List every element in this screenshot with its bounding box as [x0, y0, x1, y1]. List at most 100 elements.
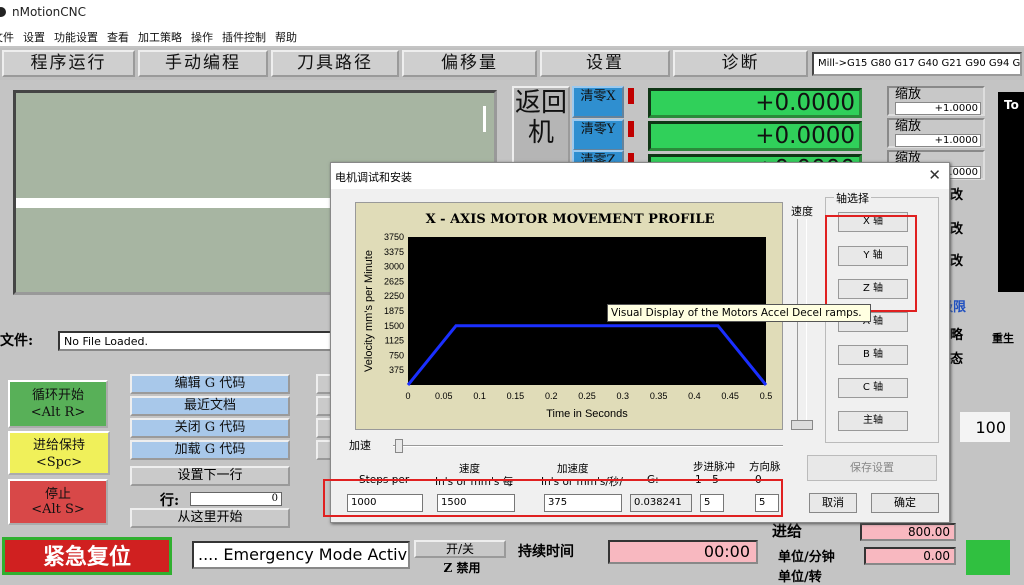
close-gcode-button[interactable]: 关闭 G 代码: [130, 418, 290, 438]
tab-mdi[interactable]: 手动编程: [138, 50, 268, 77]
y-tick-label: 375: [389, 365, 404, 375]
x-tick-label: 0.1: [473, 391, 486, 401]
y-ref-led: [628, 121, 634, 137]
units-per-min-label: 单位/分钟: [778, 550, 835, 565]
x-tick-label: 0.5: [760, 391, 773, 401]
line-label: 行:: [160, 493, 180, 509]
speed-slider-thumb[interactable]: [791, 420, 813, 430]
menu-operate[interactable]: 操作: [191, 29, 213, 46]
load-gcode-button[interactable]: 加载 G 代码: [130, 440, 290, 460]
edit-gcode-button[interactable]: 编辑 G 代码: [130, 374, 290, 394]
spindle-override-value: 100: [960, 412, 1010, 442]
zero-x-button[interactable]: 清零X: [572, 86, 624, 118]
menu-view[interactable]: 查看: [107, 29, 129, 46]
cancel-button[interactable]: 取消: [809, 493, 857, 513]
feed-label: 进给: [772, 522, 803, 540]
y-tick-label: 3375: [384, 247, 404, 257]
units-per-rev-label: 单位/转: [778, 570, 822, 585]
x-tick-label: 0.2: [545, 391, 558, 401]
x-scale: 缩放 +1.0000: [887, 86, 985, 116]
y-tick-label: 1125: [385, 336, 404, 346]
x-tick-label: 0.35: [650, 391, 668, 401]
line-row: 行: 0: [128, 490, 288, 510]
y-tick-label: 3000: [384, 262, 404, 272]
menu-functions[interactable]: 功能设置: [54, 29, 98, 46]
dialog-title: 电机调试和安装: [331, 163, 949, 189]
accel-slider-label: 加速: [349, 439, 371, 452]
y-tick-label: 3750: [384, 232, 404, 242]
set-next-line-button[interactable]: 设置下一行: [130, 466, 290, 486]
menu-strategy[interactable]: 加工策略: [138, 29, 182, 46]
right-partial-1[interactable]: 改: [950, 184, 963, 203]
right-partial-6[interactable]: 态: [950, 348, 963, 367]
y-tick-label: 750: [389, 350, 404, 360]
x-tick-label: 0.05: [435, 391, 453, 401]
axis-c-button[interactable]: C 轴: [838, 378, 908, 398]
menu-file[interactable]: 文件: [0, 29, 14, 46]
spindle-axis-button[interactable]: 主轴: [838, 411, 908, 431]
save-settings-button[interactable]: 保存设置: [807, 455, 937, 481]
app-logo-icon: [0, 7, 6, 17]
tab-diagnostics[interactable]: 诊断: [673, 50, 808, 77]
modal-gcodes: Mill->G15 G80 G17 G40 G21 G90 G94 G54 G4…: [812, 52, 1022, 76]
feed-hold-button[interactable]: 进给保持 <Spc>: [8, 431, 110, 475]
tab-settings[interactable]: 设置: [540, 50, 670, 77]
feed-value: 800.00: [860, 523, 956, 541]
emergency-status: .... Emergency Mode Active ....: [192, 541, 410, 569]
menu-help[interactable]: 帮助: [275, 29, 297, 46]
speed-slider-label: 速度: [791, 205, 813, 218]
app-title: nMotionCNC: [12, 5, 87, 19]
menu-settings[interactable]: 设置: [23, 29, 45, 46]
x-dro[interactable]: +0.0000: [648, 88, 862, 118]
duration-value: 00:00: [608, 540, 758, 564]
axis-select-label: 轴选择: [834, 190, 871, 206]
axis-b-button[interactable]: B 轴: [838, 345, 908, 365]
x-tick-label: 0.25: [578, 391, 596, 401]
accel-slider-track[interactable]: [393, 445, 783, 447]
tab-program-run[interactable]: 程序运行: [2, 50, 135, 77]
close-icon[interactable]: ✕: [928, 166, 941, 184]
axis-highlight-box: [825, 215, 917, 312]
y-dro[interactable]: +0.0000: [648, 121, 862, 151]
cycle-start-button[interactable]: 循环开始 <Alt R>: [8, 380, 108, 428]
x-tick-label: 0.4: [688, 391, 701, 401]
on-off-button[interactable]: 开/关: [414, 540, 506, 558]
speed-slider-track[interactable]: [797, 219, 807, 429]
emergency-reset-button[interactable]: 紧急复位: [2, 537, 172, 575]
right-partial-3[interactable]: 改: [950, 250, 963, 269]
regen-button[interactable]: 重生: [992, 330, 1014, 346]
recent-file-button[interactable]: 最近文档: [130, 396, 290, 416]
file-label: 文件:: [0, 333, 34, 349]
units-per-min-value: 0.00: [864, 547, 956, 565]
zero-y-button[interactable]: 清零Y: [572, 119, 624, 151]
stop-button[interactable]: 停止 <Alt S>: [8, 479, 108, 525]
step-pulse-header: 步进脉冲: [693, 461, 735, 473]
line-field[interactable]: 0: [190, 492, 282, 506]
tab-toolpath[interactable]: 刀具路径: [271, 50, 399, 77]
chart-title: X - AXIS MOTOR MOVEMENT PROFILE: [426, 212, 715, 227]
accel-slider-thumb[interactable]: [395, 439, 403, 453]
menu-plugins[interactable]: 插件控制: [222, 29, 266, 46]
y-tick-label: 1500: [384, 321, 404, 331]
gcode-scrollbar[interactable]: [483, 106, 486, 132]
x-tick-label: 0.45: [721, 391, 739, 401]
ok-button[interactable]: 确定: [871, 493, 939, 513]
z-inhibit-label: Z 禁用: [443, 561, 481, 575]
y-axis-label: Velocity mm's per Minute: [363, 250, 375, 372]
duration-label: 持续时间: [518, 544, 574, 560]
tab-offsets[interactable]: 偏移量: [402, 50, 537, 77]
title-bar: nMotionCNC: [0, 0, 1024, 26]
right-partial-2[interactable]: 改: [950, 218, 963, 237]
y-tick-label: 2250: [384, 291, 404, 301]
x-axis-label: Time in Seconds: [546, 408, 628, 420]
tool-panel: To: [998, 92, 1024, 292]
fields-highlight-box: [323, 479, 783, 517]
menu-bar: 文件 设置 功能设置 查看 加工策略 操作 插件控制 帮助: [0, 26, 1024, 46]
y-tick-label: 1875: [384, 306, 404, 316]
spindle-bar: [966, 540, 1010, 575]
right-partial-5[interactable]: 略: [950, 324, 963, 343]
y-scale: 缩放 +1.0000: [887, 118, 985, 148]
x-tick-label: 0: [405, 391, 410, 401]
run-from-here-button[interactable]: 从这里开始: [130, 508, 290, 528]
chart-tooltip: Visual Display of the Motors Accel Decel…: [607, 304, 871, 322]
